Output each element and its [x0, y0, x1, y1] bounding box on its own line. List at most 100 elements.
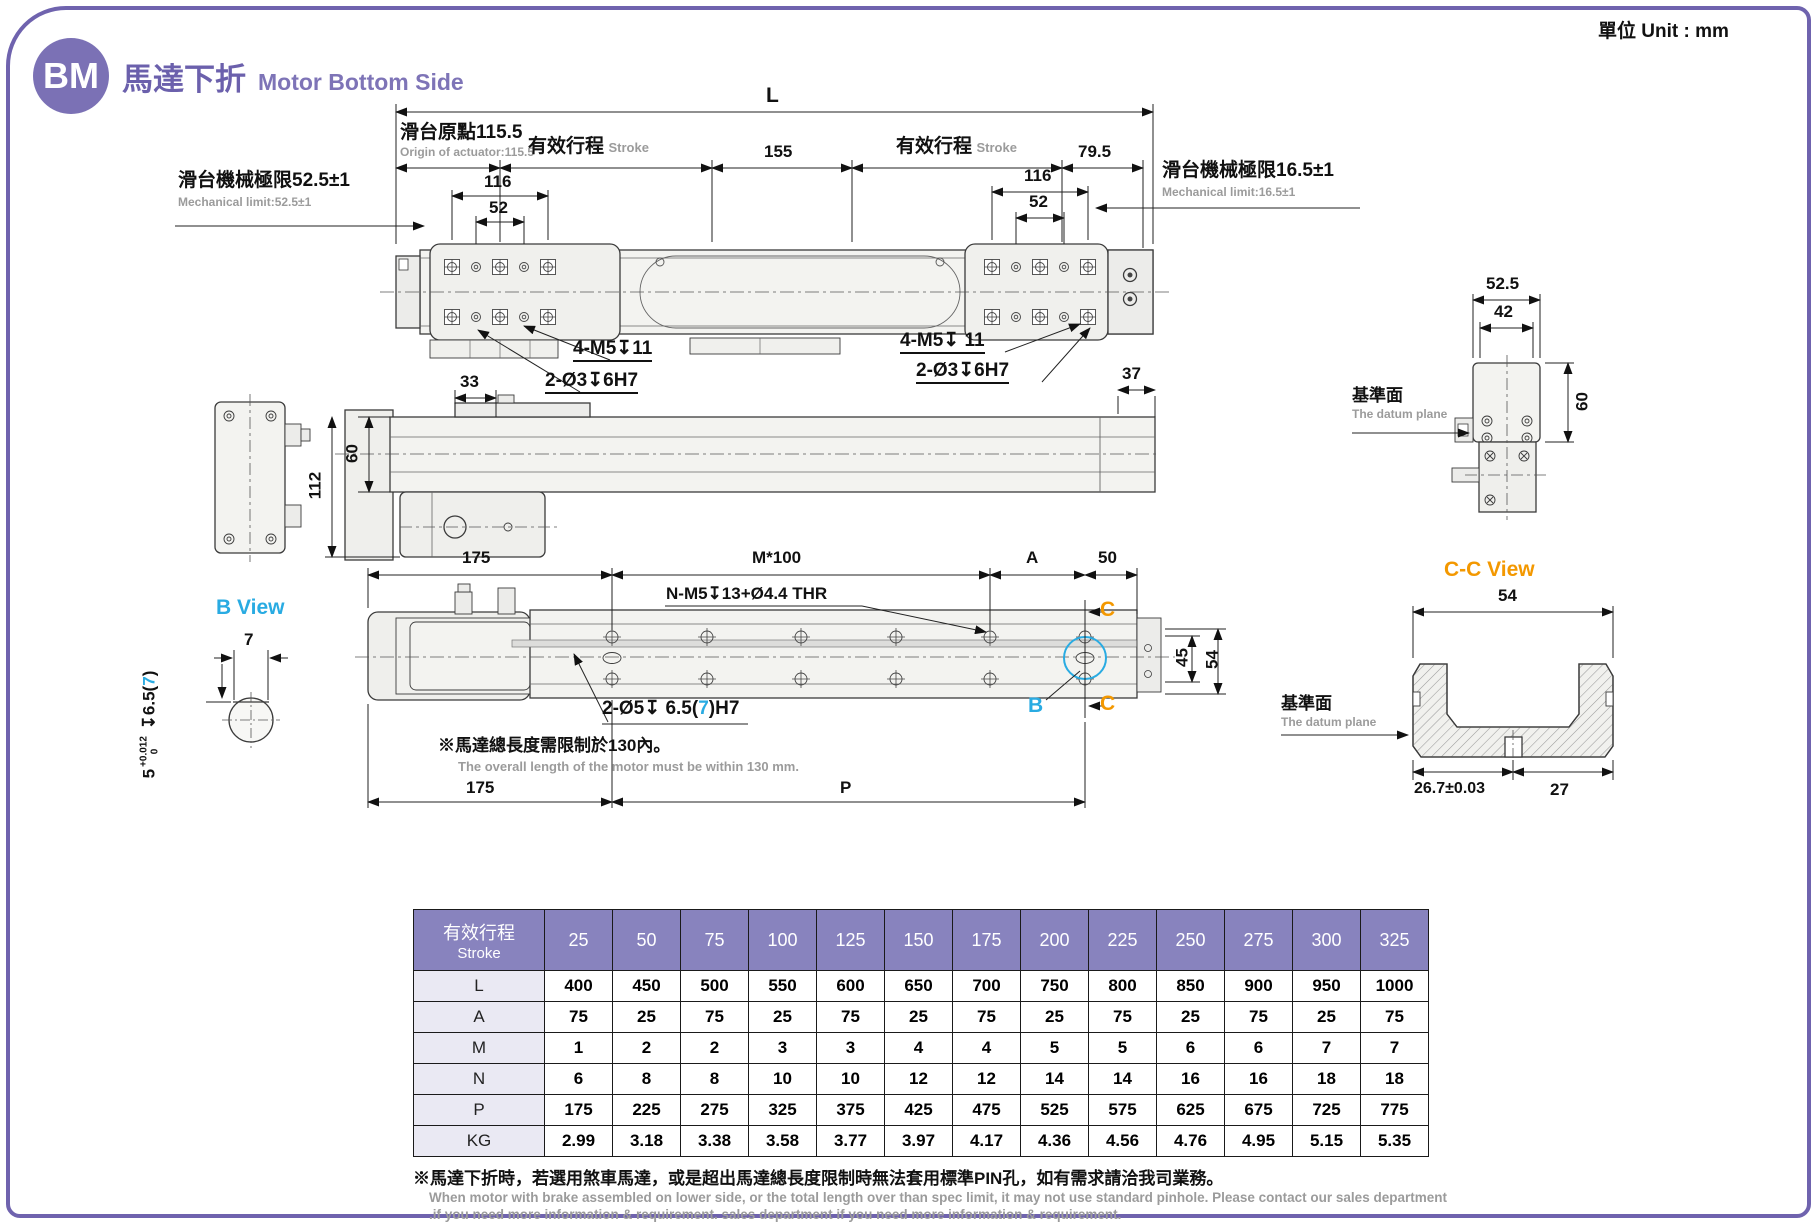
table-cell: 525: [1021, 1095, 1089, 1126]
table-cell: 4.36: [1021, 1126, 1089, 1157]
section-b: B: [1028, 694, 1043, 718]
section-c-top: C: [1100, 598, 1115, 622]
dim-26-7: 26.7±0.03: [1414, 780, 1485, 798]
table-cell: 1: [545, 1033, 613, 1064]
table-cell: 18: [1361, 1064, 1429, 1095]
catalog-page: BM 馬達下折 Motor Bottom Side 單位 Unit : mm L…: [0, 0, 1817, 1224]
table-cell: 75: [1361, 1002, 1429, 1033]
cc-datum-en: The datum plane: [1281, 716, 1376, 729]
table-cell: 700: [953, 971, 1021, 1002]
mech-limit-left-zh: 滑台機械極限52.5±1: [178, 170, 350, 191]
table-cell: 2: [613, 1033, 681, 1064]
mech-limit-right-zh: 滑台機械極限16.5±1: [1162, 160, 1334, 181]
series-badge: BM: [33, 38, 109, 114]
table-cell: 75: [953, 1002, 1021, 1033]
page-title: 馬達下折 Motor Bottom Side: [122, 54, 464, 99]
dim-27: 27: [1550, 780, 1569, 799]
table-header-stroke-value: 125: [817, 910, 885, 971]
table-row-label: P: [414, 1095, 545, 1126]
cc-datum-zh: 基準面: [1281, 694, 1332, 713]
table-cell: 225: [613, 1095, 681, 1126]
table-row-label: N: [414, 1064, 545, 1095]
table-cell: 14: [1021, 1064, 1089, 1095]
table-cell: 12: [953, 1064, 1021, 1095]
table-header-stroke-value: 225: [1089, 910, 1157, 971]
dim-60-section: 60: [1572, 382, 1591, 422]
table-cell: 325: [749, 1095, 817, 1126]
b-view-title: B View: [216, 596, 284, 620]
table-cell: 10: [749, 1064, 817, 1095]
table-cell: 4: [953, 1033, 1021, 1064]
table-row-label: M: [414, 1033, 545, 1064]
table-cell: 800: [1089, 971, 1157, 1002]
page-title-en: Motor Bottom Side: [258, 69, 464, 96]
table-row-label: A: [414, 1002, 545, 1033]
cc-view-title: C-C View: [1444, 558, 1535, 582]
footnote-zh: ※馬達下折時，若選用煞車馬達，或是超出馬達總長度限制時無法套用標準PIN孔，如有…: [413, 1164, 1223, 1189]
table-cell: 900: [1225, 971, 1293, 1002]
bottom-view-linework: [355, 584, 1175, 718]
table-cell: 600: [817, 971, 885, 1002]
table-cell: 3: [749, 1033, 817, 1064]
table-header-stroke-value: 300: [1293, 910, 1361, 971]
dim-52-right: 52: [1029, 192, 1048, 211]
table-cell: 16: [1225, 1064, 1293, 1095]
dim-54-bottom: 54: [1202, 640, 1221, 680]
table-row: M1223344556677: [414, 1033, 1429, 1064]
table-cell: 650: [885, 971, 953, 1002]
dim-175-bottom: 175: [466, 778, 494, 797]
table-header-stroke-value: 25: [545, 910, 613, 971]
stroke-spec-table: 有效行程Stroke255075100125150175200225250275…: [413, 909, 1429, 1157]
table-cell: 5.35: [1361, 1126, 1429, 1157]
table-cell: 400: [545, 971, 613, 1002]
table-cell: 14: [1089, 1064, 1157, 1095]
page-title-zh: 馬達下折: [122, 54, 246, 99]
table-cell: 950: [1293, 971, 1361, 1002]
table-cell: 475: [953, 1095, 1021, 1126]
stroke-label-right: 有效行程 Stroke: [896, 136, 1017, 157]
datum-label-zh: 基準面: [1352, 386, 1403, 405]
dim-116-left: 116: [484, 172, 511, 191]
table-cell: 75: [817, 1002, 885, 1033]
table-cell: 5: [1089, 1033, 1157, 1064]
table-cell: 6: [1157, 1033, 1225, 1064]
table-cell: 7: [1293, 1033, 1361, 1064]
table-header-stroke-value: 275: [1225, 910, 1293, 971]
table-cell: 3.38: [681, 1126, 749, 1157]
dim-42: 42: [1494, 302, 1513, 321]
tap-callout-left: 4-M5↧11: [573, 338, 652, 359]
origin-label-en: Origin of actuator:115.5: [400, 146, 534, 159]
cc-view-linework: [1413, 664, 1613, 768]
table-header-stroke-value: 50: [613, 910, 681, 971]
table-row: N68810101212141416161818: [414, 1064, 1429, 1095]
table-cell: 25: [613, 1002, 681, 1033]
dim-155: 155: [764, 142, 792, 161]
dim-A: A: [1026, 548, 1038, 567]
table-cell: 550: [749, 971, 817, 1002]
dim-79-5: 79.5: [1078, 142, 1111, 161]
table-cell: 5: [1021, 1033, 1089, 1064]
tap-callout-right: 4-M5↧ 11: [900, 330, 985, 351]
table-cell: 450: [613, 971, 681, 1002]
table-cell: 8: [681, 1064, 749, 1095]
top-view-linework: [380, 244, 1170, 358]
footnote-en-2: .if you need more information & requirem…: [429, 1207, 1121, 1222]
pin-depth-tolerance: 5+0.0120 ↧6.5(7): [139, 640, 160, 810]
table-cell: 18: [1293, 1064, 1361, 1095]
table-cell: 8: [613, 1064, 681, 1095]
table-cell: 175: [545, 1095, 613, 1126]
table-cell: 500: [681, 971, 749, 1002]
dim-60-side: 60: [342, 434, 361, 474]
table-cell: 725: [1293, 1095, 1361, 1126]
side-view-linework: [215, 394, 1160, 562]
table-cell: 25: [1021, 1002, 1089, 1033]
table-cell: 12: [885, 1064, 953, 1095]
table-cell: 75: [681, 1002, 749, 1033]
table-row-label: L: [414, 971, 545, 1002]
pin-callout-left: 2-Ø3↧6H7: [545, 370, 638, 391]
table-cell: 3.58: [749, 1126, 817, 1157]
thread-callout: N-M5↧13+Ø4.4 THR: [666, 584, 827, 603]
pin-callout-right: 2-Ø3↧6H7: [916, 360, 1009, 381]
table-cell: 4: [885, 1033, 953, 1064]
dim-33: 33: [460, 372, 479, 391]
